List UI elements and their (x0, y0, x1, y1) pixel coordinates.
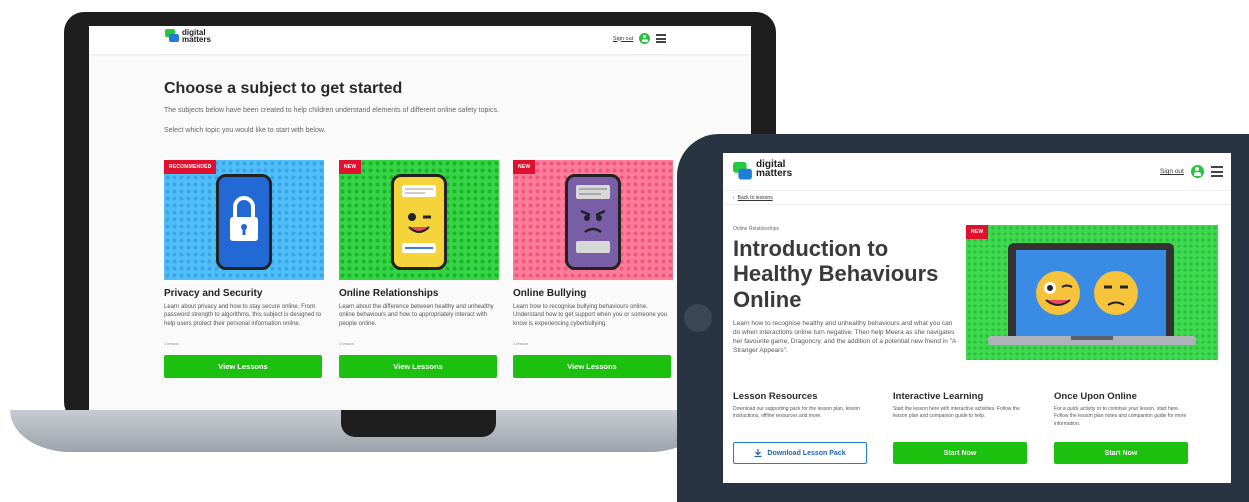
digital-matters-logo[interactable]: digital matters (733, 160, 793, 181)
card-description: Learn how to recognise bullying behaviou… (513, 304, 668, 327)
digital-matters-logo[interactable]: digital matters (165, 28, 211, 45)
section-title: Once Upon Online (1054, 391, 1137, 402)
header-actions: Sign out (613, 33, 667, 44)
card-title: Privacy and Security (164, 288, 263, 299)
site-header: digital matters Sign out (89, 26, 751, 54)
user-account-icon[interactable] (1190, 165, 1204, 178)
card-image[interactable]: NEW (339, 160, 499, 280)
laptop-emoji-illustration (966, 225, 1218, 360)
logo-speech-bubbles-icon (165, 29, 179, 43)
back-to-lessons-link[interactable]: ‹ Back to lessons (733, 195, 773, 201)
button-label: Download Lesson Pack (767, 449, 846, 457)
card-image[interactable]: NEW (513, 160, 673, 280)
section-description: Download our supporting pack for the les… (733, 406, 861, 420)
sign-out-link[interactable]: Sign out (613, 36, 633, 42)
lesson-title: Introduction to Healthy Behaviours Onlin… (733, 236, 939, 312)
logo-speech-bubbles-icon (733, 162, 752, 181)
winking-emoji-icon (402, 185, 436, 253)
subject-card-bullying: NEW Online Bullying Learn how to recogni… (513, 160, 673, 378)
intro-text: The subjects below have been created to … (164, 107, 499, 114)
hamburger-menu-icon[interactable] (1210, 166, 1223, 177)
tablet-camera (684, 304, 712, 332)
view-lessons-button[interactable]: View Lessons (339, 355, 497, 378)
header-actions: Sign out (1160, 165, 1223, 178)
user-account-icon[interactable] (639, 33, 651, 44)
divider (723, 204, 1231, 205)
phone-illustration (216, 174, 272, 270)
lesson-count: 1 lesson (164, 341, 179, 346)
card-badge: RECOMMENDED (164, 160, 217, 174)
section-title: Interactive Learning (893, 391, 984, 402)
lesson-hero-image: NEW (966, 225, 1218, 360)
site-header: digital matters Sign out (723, 153, 1231, 191)
start-now-button[interactable]: Start Now (893, 442, 1027, 464)
subject-card-relationships: NEW Online Relationships Learn about the… (339, 160, 499, 378)
angry-emoji-icon (576, 185, 610, 253)
card-badge: NEW (339, 160, 362, 174)
section-interactive-learning: Interactive Learning Start the lesson he… (893, 391, 1033, 464)
laptop-screen: digital matters Sign out Choose a subjec… (89, 26, 751, 410)
card-description: Learn about the difference between healt… (339, 304, 494, 327)
section-description: For a quick activity or to continue your… (1054, 406, 1187, 427)
lesson-category: Online Relationships (733, 226, 779, 232)
laptop-notch (341, 410, 496, 437)
section-title: Lesson Resources (733, 391, 818, 402)
start-now-button[interactable]: Start Now (1054, 442, 1188, 464)
lesson-count: 1 lesson (339, 341, 354, 346)
hero-badge: NEW (966, 225, 989, 239)
sign-out-link[interactable]: Sign out (1160, 168, 1184, 175)
back-link-label: Back to lessons (737, 195, 773, 201)
card-title: Online Relationships (339, 288, 439, 299)
section-lesson-resources: Lesson Resources Download our supporting… (733, 391, 873, 464)
lesson-description: Learn how to recognise healthy and unhea… (733, 320, 956, 355)
card-description: Learn about privacy and how to stay secu… (164, 304, 322, 327)
subject-card-privacy: RECOMMENDED Privacy and Security Learn a… (164, 160, 324, 378)
card-title: Online Bullying (513, 288, 587, 299)
tablet-screen: digital matters Sign out ‹ Back to lesson… (723, 153, 1231, 483)
section-description: Start the lesson here with interactive a… (893, 406, 1020, 420)
view-lessons-button[interactable]: View Lessons (164, 355, 322, 378)
chevron-left-icon: ‹ (733, 195, 735, 201)
lesson-count: 1 lesson (513, 341, 528, 346)
download-lesson-pack-button[interactable]: Download Lesson Pack (733, 442, 867, 464)
intro-instruction: Select which topic you would like to sta… (164, 127, 326, 134)
phone-illustration (565, 174, 621, 270)
page-title: Choose a subject to get started (164, 80, 403, 97)
logo-line-2: matters (756, 168, 793, 179)
logo-line-2: matters (182, 35, 211, 45)
card-badge: NEW (513, 160, 536, 174)
lock-icon (230, 196, 258, 241)
phone-illustration (391, 174, 447, 270)
card-image[interactable]: RECOMMENDED (164, 160, 324, 280)
view-lessons-button[interactable]: View Lessons (513, 355, 671, 378)
section-once-upon-online: Once Upon Online For a quick activity or… (1054, 391, 1194, 464)
download-icon (754, 449, 762, 457)
hamburger-menu-icon[interactable] (656, 34, 667, 43)
